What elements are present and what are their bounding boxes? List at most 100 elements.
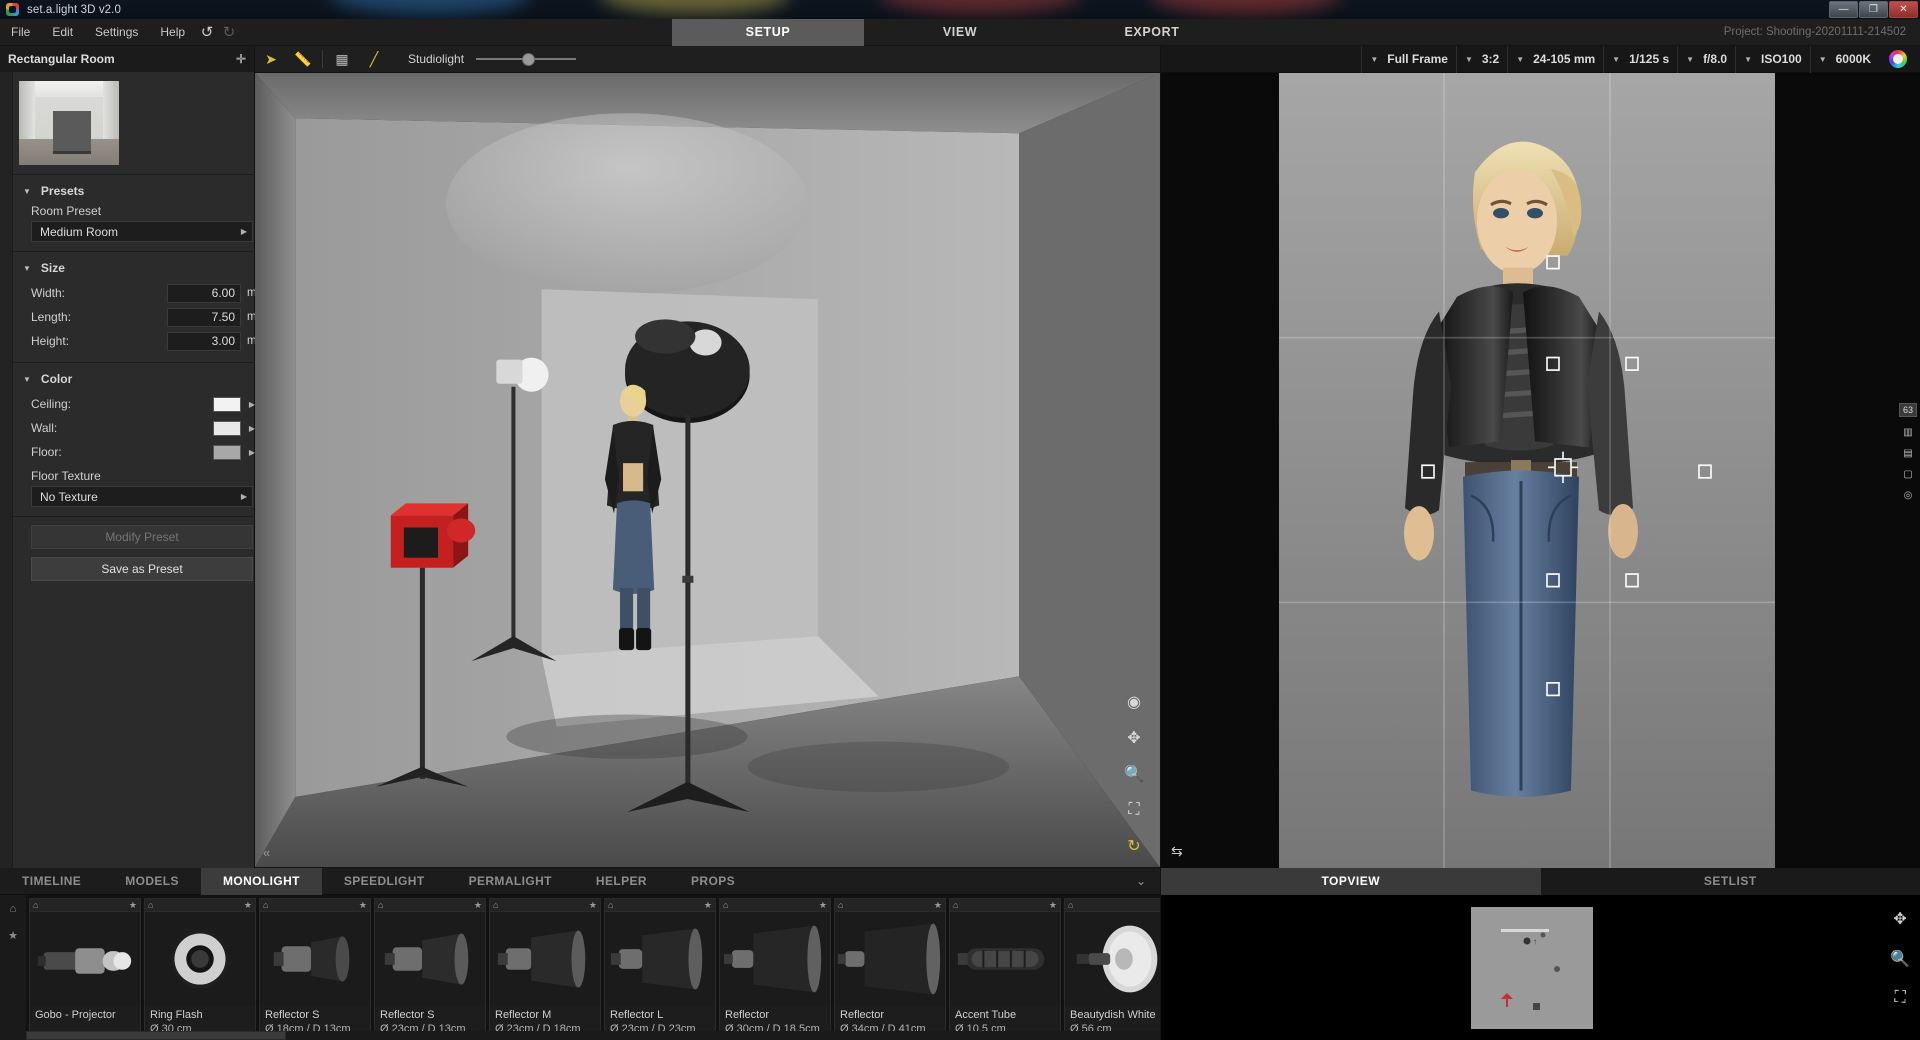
card-star-icon[interactable]: ★ — [819, 900, 827, 911]
menu-help[interactable]: Help — [149, 19, 196, 46]
tab-topview[interactable]: TOPVIEW — [1161, 868, 1541, 895]
iso-select[interactable]: ▼ ISO100 — [1735, 45, 1810, 73]
floor-color-swatch[interactable] — [213, 444, 241, 460]
room-thumbnail[interactable] — [19, 81, 119, 165]
card-home-icon[interactable]: ⌂ — [723, 900, 728, 910]
card-star-icon[interactable]: ★ — [934, 900, 942, 911]
redo-icon[interactable]: ↻ — [218, 23, 240, 41]
ruler-icon[interactable]: 📏 — [287, 46, 319, 73]
nav-tab-setup[interactable]: SETUP — [672, 19, 864, 46]
white-balance-select[interactable]: ▼ 6000K — [1809, 45, 1879, 73]
list-item[interactable]: ⌂ ★ Reflector M Ø 23cm / D 18cm — [489, 898, 601, 1040]
tab-setlist[interactable]: SETLIST — [1540, 868, 1920, 895]
color-section-header[interactable]: ▼ Color — [13, 369, 263, 392]
tab-permalight[interactable]: PERMALIGHT — [447, 868, 574, 895]
list-item[interactable]: ⌂ ★ Reflector Ø 34cm / D 41cm — [834, 898, 946, 1040]
menu-settings[interactable]: Settings — [84, 19, 149, 46]
card-star-icon[interactable]: ★ — [244, 900, 252, 911]
size-section-header[interactable]: ▼ Size — [13, 258, 263, 281]
card-star-icon[interactable]: ★ — [704, 900, 712, 911]
list-item[interactable]: ⌂ ★ Accent Tube Ø 10,5 cm — [949, 898, 1061, 1040]
zoom-icon[interactable]: 🔍 — [1890, 949, 1910, 969]
frame-icon[interactable]: ▢ — [1903, 469, 1912, 480]
card-home-icon[interactable]: ⌂ — [33, 900, 38, 910]
cursor-arrow-icon[interactable]: ➤ — [255, 46, 287, 73]
list-item[interactable]: ⌂ ★ Reflector S Ø 18cm / D 13cm — [259, 898, 371, 1040]
card-home-icon[interactable]: ⌂ — [1068, 900, 1073, 910]
modify-preset-button[interactable]: Modify Preset — [31, 525, 253, 549]
pin-icon[interactable]: ✛ — [236, 52, 246, 66]
card-star-icon[interactable]: ★ — [1049, 900, 1057, 911]
flip-horizontal-icon[interactable]: ⇆ — [1171, 843, 1183, 860]
collapse-panel-icon[interactable]: ⌄ — [1136, 874, 1160, 888]
grid-icon[interactable]: ▦ — [326, 46, 358, 73]
wall-color-swatch[interactable] — [213, 420, 241, 436]
card-home-icon[interactable]: ⌂ — [263, 900, 268, 910]
floor-texture-select[interactable]: No Texture ▶ — [31, 486, 253, 507]
camera-preview[interactable]: 63 ▥ ▤ ▢ ◎ ⇆ — [1161, 73, 1920, 868]
undo-icon[interactable]: ↺ — [196, 23, 218, 41]
save-as-preset-button[interactable]: Save as Preset — [31, 557, 253, 581]
nav-tab-view[interactable]: VIEW — [864, 19, 1056, 46]
tab-monolight[interactable]: MONOLIGHT — [200, 867, 322, 895]
slider-knob[interactable] — [522, 52, 536, 66]
length-input[interactable]: 7.50 — [167, 307, 241, 327]
width-input[interactable]: 6.00 — [167, 283, 241, 303]
card-home-icon[interactable]: ⌂ — [493, 900, 498, 910]
orbit-target-icon[interactable]: ◉ — [1122, 690, 1146, 714]
fit-to-screen-icon[interactable]: ⛶ — [1122, 798, 1146, 822]
card-star-icon[interactable]: ★ — [129, 900, 137, 911]
home-icon[interactable]: ⌂ — [10, 903, 17, 915]
nav-tab-export[interactable]: EXPORT — [1056, 19, 1248, 46]
pan-move-icon[interactable]: ✥ — [1122, 726, 1146, 750]
card-home-icon[interactable]: ⌂ — [148, 900, 153, 910]
rotate-orbit-icon[interactable]: ↻ — [1122, 834, 1146, 858]
ceiling-color-swatch[interactable] — [213, 396, 241, 412]
close-icon[interactable]: ✕ — [1889, 1, 1918, 18]
viewport-collapse-button[interactable]: « — [263, 845, 270, 860]
room-preset-select[interactable]: Medium Room ▶ — [31, 221, 253, 242]
tab-helper[interactable]: HELPER — [574, 868, 669, 895]
light-strip-scrollbar-thumb[interactable] — [26, 1031, 286, 1040]
tab-models[interactable]: MODELS — [103, 868, 201, 895]
tab-timeline[interactable]: TIMELINE — [0, 868, 103, 895]
list-item[interactable]: ⌂★ Beautydish White — [1064, 898, 1160, 1040]
card-home-icon[interactable]: ⌂ — [838, 900, 843, 910]
focus-point-icon[interactable]: ◎ — [1904, 490, 1913, 501]
focal-length-select[interactable]: ▼ 24-105 mm — [1507, 45, 1603, 73]
sensor-format-select[interactable]: ▼ Full Frame — [1361, 45, 1456, 73]
list-item[interactable]: ⌂ ★ Gobo - Projector — [29, 898, 141, 1040]
card-star-icon[interactable]: ★ — [589, 900, 597, 911]
height-input[interactable]: 3.00 — [167, 331, 241, 351]
topview-canvas[interactable]: ↑ ✥ 🔍 ⛶ — [1161, 895, 1920, 1040]
histogram-icon[interactable]: ▥ — [1903, 427, 1912, 438]
list-item[interactable]: ⌂ ★ Reflector Ø 30cm / D 18,5cm — [719, 898, 831, 1040]
favorites-star-icon[interactable]: ★ — [8, 929, 18, 942]
aspect-ratio-select[interactable]: ▼ 3:2 — [1455, 45, 1507, 73]
topview-room-plan[interactable]: ↑ — [1471, 907, 1593, 1029]
shutter-speed-select[interactable]: ▼ 1/125 s — [1603, 45, 1677, 73]
line-tool-icon[interactable]: ╱ — [358, 46, 390, 73]
card-home-icon[interactable]: ⌂ — [378, 900, 383, 910]
card-star-icon[interactable]: ★ — [359, 900, 367, 911]
tab-props[interactable]: PROPS — [669, 868, 757, 895]
minimize-icon[interactable]: — — [1829, 1, 1858, 18]
studiolight-slider[interactable] — [476, 51, 577, 67]
list-item[interactable]: ⌂ ★ Reflector S Ø 23cm / D 13cm — [374, 898, 486, 1040]
card-star-icon[interactable]: ★ — [474, 900, 482, 911]
3d-viewport[interactable]: ◉ ✥ 🔍 ⛶ ↻ « — [255, 73, 1160, 868]
maximize-icon[interactable]: ❐ — [1859, 1, 1888, 18]
list-item[interactable]: ⌂ ★ Ring Flash Ø 30 cm — [144, 898, 256, 1040]
aperture-select[interactable]: ▼ f/8.0 — [1677, 45, 1735, 73]
pan-move-icon[interactable]: ✥ — [1893, 909, 1906, 929]
card-home-icon[interactable]: ⌂ — [953, 900, 958, 910]
presets-section-header[interactable]: ▼ Presets — [13, 181, 263, 204]
ruler-scale-icon[interactable]: ▤ — [1903, 448, 1912, 459]
zoom-icon[interactable]: 🔍 — [1122, 762, 1146, 786]
card-home-icon[interactable]: ⌂ — [608, 900, 613, 910]
list-item[interactable]: ⌂ ★ Reflector L Ø 23cm / D 23cm — [604, 898, 716, 1040]
menu-edit[interactable]: Edit — [41, 19, 84, 46]
fit-to-screen-icon[interactable]: ⛶ — [1894, 989, 1905, 1007]
tab-speedlight[interactable]: SPEEDLIGHT — [322, 868, 447, 895]
color-wheel-icon[interactable] — [1889, 50, 1907, 68]
